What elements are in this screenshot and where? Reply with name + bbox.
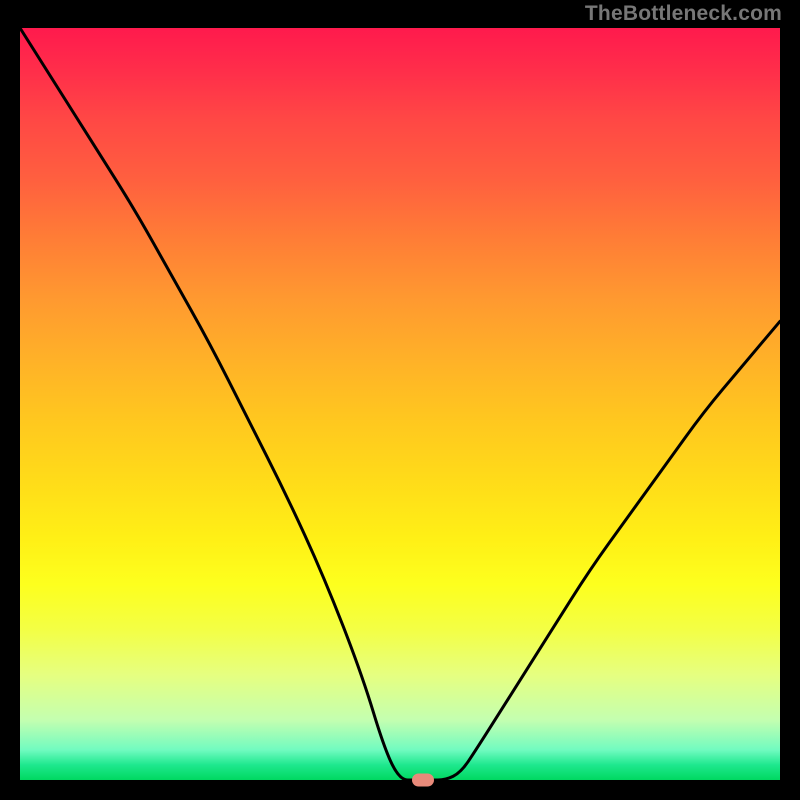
curve-path xyxy=(20,28,780,780)
chart-frame: TheBottleneck.com xyxy=(0,0,800,800)
optimal-marker xyxy=(412,774,434,787)
bottleneck-curve xyxy=(20,28,780,780)
plot-area xyxy=(20,28,780,780)
watermark-text: TheBottleneck.com xyxy=(585,2,782,26)
